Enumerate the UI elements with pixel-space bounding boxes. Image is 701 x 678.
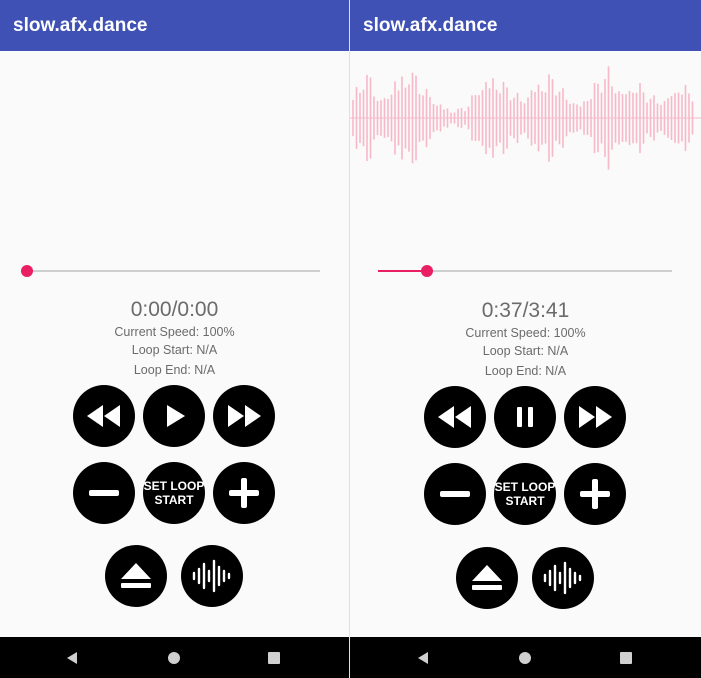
eject-icon bbox=[472, 565, 502, 590]
app-title: slow.afx.dance bbox=[363, 15, 498, 36]
recents-square-icon bbox=[268, 652, 280, 664]
nav-home-button[interactable] bbox=[513, 647, 537, 669]
speed-up-button[interactable] bbox=[213, 462, 275, 524]
seek-progress bbox=[378, 270, 428, 272]
loop-end-label: Loop End: N/A bbox=[484, 364, 567, 378]
rewind-icon bbox=[87, 405, 120, 427]
set-loop-start-button[interactable]: SET LOOP START bbox=[494, 463, 556, 525]
play-icon bbox=[167, 405, 185, 427]
home-circle-icon bbox=[168, 652, 180, 664]
pause-icon bbox=[517, 407, 533, 427]
nav-recents-button[interactable] bbox=[262, 647, 286, 669]
rewind-icon bbox=[438, 406, 471, 428]
plus-icon bbox=[580, 479, 610, 509]
nav-back-button[interactable] bbox=[411, 647, 435, 669]
minus-icon bbox=[89, 490, 119, 496]
set-loop-start-label: SET LOOP START bbox=[494, 480, 556, 508]
rewind-button[interactable] bbox=[73, 385, 135, 447]
eject-icon bbox=[121, 563, 151, 588]
waveform-toggle-button[interactable] bbox=[532, 547, 594, 609]
time-display: 0:00/0:00 bbox=[130, 298, 219, 321]
minus-icon bbox=[440, 491, 470, 497]
fast-forward-button[interactable] bbox=[213, 385, 275, 447]
loop-start-label: Loop Start: N/A bbox=[482, 344, 569, 358]
loop-end-label: Loop End: N/A bbox=[133, 363, 216, 377]
seek-thumb[interactable] bbox=[421, 265, 434, 277]
seek-bar[interactable] bbox=[21, 261, 320, 281]
seek-bar[interactable] bbox=[378, 261, 672, 281]
plus-icon bbox=[229, 478, 259, 508]
loop-start-label: Loop Start: N/A bbox=[131, 343, 218, 357]
recents-square-icon bbox=[620, 652, 632, 664]
waveform-toggle-button[interactable] bbox=[181, 545, 243, 607]
nav-recents-button[interactable] bbox=[614, 647, 638, 669]
speed-down-button[interactable] bbox=[73, 462, 135, 524]
system-nav-bar bbox=[350, 637, 701, 678]
seek-thumb[interactable] bbox=[21, 265, 33, 277]
system-nav-bar bbox=[0, 637, 349, 678]
phone-screen-stopped: slow.afx.dance 0:00/0:00 Current Speed: … bbox=[0, 0, 349, 678]
set-loop-start-button[interactable]: SET LOOP START bbox=[143, 462, 205, 524]
app-bar: slow.afx.dance bbox=[350, 0, 701, 51]
speed-down-button[interactable] bbox=[424, 463, 486, 525]
seek-track bbox=[27, 270, 320, 272]
back-triangle-icon bbox=[418, 652, 428, 664]
fast-forward-icon bbox=[579, 406, 612, 428]
nav-back-button[interactable] bbox=[60, 647, 84, 669]
speed-up-button[interactable] bbox=[564, 463, 626, 525]
eject-button[interactable] bbox=[456, 547, 518, 609]
back-triangle-icon bbox=[67, 652, 77, 664]
phone-screen-playing: slow.afx.dance 0:37/3:41 Current Speed: … bbox=[349, 0, 701, 678]
app-title: slow.afx.dance bbox=[13, 15, 148, 36]
current-speed-label: Current Speed: 100% bbox=[114, 325, 235, 339]
nav-home-button[interactable] bbox=[162, 647, 186, 669]
waveform-icon bbox=[543, 561, 582, 595]
fast-forward-icon bbox=[228, 405, 261, 427]
eject-button[interactable] bbox=[105, 545, 167, 607]
rewind-button[interactable] bbox=[424, 386, 486, 448]
time-display: 0:37/3:41 bbox=[481, 299, 570, 322]
current-speed-label: Current Speed: 100% bbox=[465, 326, 586, 340]
play-button[interactable] bbox=[143, 385, 205, 447]
home-circle-icon bbox=[519, 652, 531, 664]
audio-waveform[interactable] bbox=[350, 51, 701, 186]
pause-button[interactable] bbox=[494, 386, 556, 448]
app-bar: slow.afx.dance bbox=[0, 0, 349, 51]
set-loop-start-label: SET LOOP START bbox=[143, 479, 205, 507]
fast-forward-button[interactable] bbox=[564, 386, 626, 448]
waveform-icon bbox=[192, 559, 231, 593]
